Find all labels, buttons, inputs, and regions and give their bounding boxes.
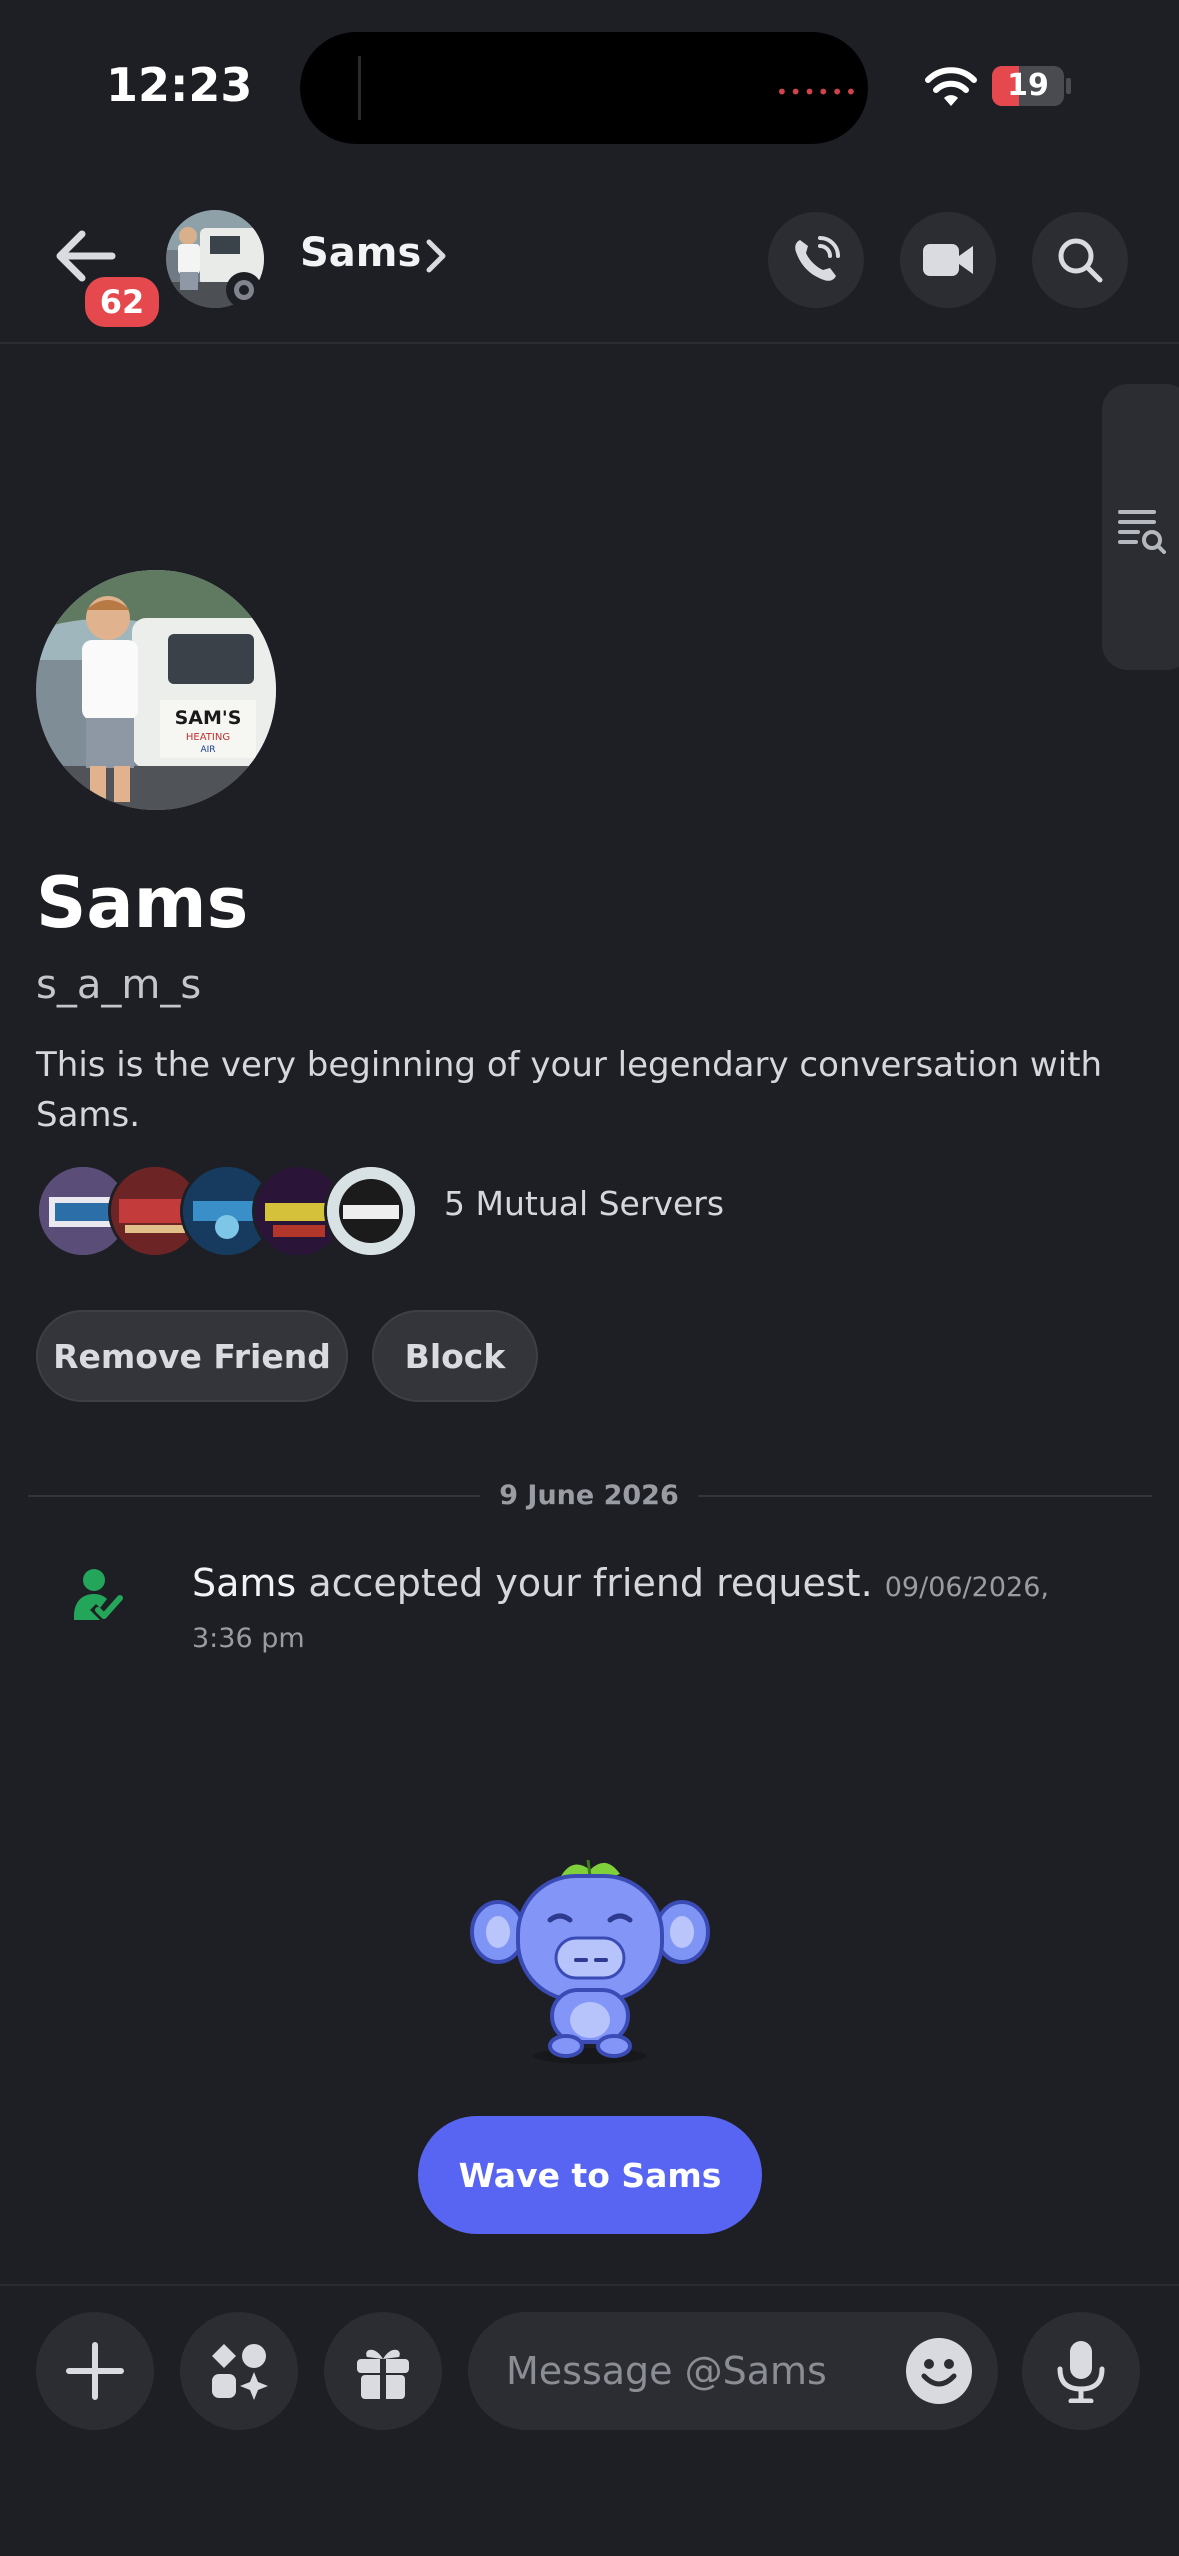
list-search-icon xyxy=(1118,510,1166,554)
emoji-button[interactable] xyxy=(906,2338,972,2404)
profile-username: s_a_m_s xyxy=(36,962,202,1008)
wifi-icon xyxy=(925,67,977,106)
date-divider-line xyxy=(698,1495,1152,1497)
profile-display-name: Sams xyxy=(36,862,249,944)
system-message-text: accepted your friend request. xyxy=(308,1561,873,1605)
avatar-photo: SAM'S HEATING AIR xyxy=(36,570,276,810)
friend-accepted-icon xyxy=(74,1569,123,1620)
remove-friend-button[interactable]: Remove Friend xyxy=(36,1310,348,1402)
mutual-servers-label[interactable]: 5 Mutual Servers xyxy=(444,1184,724,1223)
battery-percent: 19 xyxy=(1007,68,1049,103)
offline-status-icon xyxy=(226,272,262,308)
voice-call-button[interactable] xyxy=(768,212,864,308)
server-icon xyxy=(324,1164,418,1258)
status-time: 12:23 xyxy=(106,58,253,112)
date-divider: 9 June 2026 xyxy=(499,1480,679,1511)
microphone-icon xyxy=(1057,2341,1105,2403)
island-indicator xyxy=(358,56,361,120)
header-title[interactable]: Sams xyxy=(300,230,421,276)
search-button[interactable] xyxy=(1032,212,1128,308)
conversation-intro: This is the very beginning of your legen… xyxy=(36,1045,1103,1135)
profile-avatar[interactable]: SAM'S HEATING AIR xyxy=(36,570,276,810)
block-button[interactable]: Block xyxy=(372,1310,538,1402)
mutual-servers-icons[interactable] xyxy=(36,1164,436,1258)
gift-button[interactable] xyxy=(324,2312,442,2430)
system-message: Sams accepted your friend request. 09/06… xyxy=(192,1560,1072,1662)
header-divider xyxy=(0,342,1179,344)
battery-nub xyxy=(1066,78,1071,94)
phone-icon xyxy=(795,236,840,281)
smiley-icon xyxy=(921,2359,957,2387)
date-divider-line xyxy=(28,1495,480,1497)
apps-button[interactable] xyxy=(180,2312,298,2430)
system-message-actor[interactable]: Sams xyxy=(192,1561,296,1605)
svg-text:HEATING: HEATING xyxy=(186,732,230,743)
video-call-button[interactable] xyxy=(900,212,996,308)
composer-divider xyxy=(0,2284,1179,2286)
plus-icon xyxy=(66,2342,124,2400)
apps-icon xyxy=(212,2344,268,2400)
add-attachment-button[interactable] xyxy=(36,2312,154,2430)
battery-indicator: 19 xyxy=(992,66,1064,106)
island-dots-icon: •••••• xyxy=(776,80,859,104)
svg-text:AIR: AIR xyxy=(200,745,215,755)
gift-icon xyxy=(357,2349,409,2399)
unread-badge: 62 xyxy=(80,272,164,332)
chevron-right-icon[interactable] xyxy=(424,236,448,276)
video-camera-icon xyxy=(923,244,973,276)
wave-button[interactable]: Wave to Sams xyxy=(418,2116,762,2234)
search-messages-tab[interactable] xyxy=(1102,384,1179,670)
svg-text:SAM'S: SAM'S xyxy=(175,707,242,729)
search-icon xyxy=(1058,238,1103,283)
voice-message-button[interactable] xyxy=(1022,2312,1140,2430)
wumpus-illustration xyxy=(470,1859,710,2064)
